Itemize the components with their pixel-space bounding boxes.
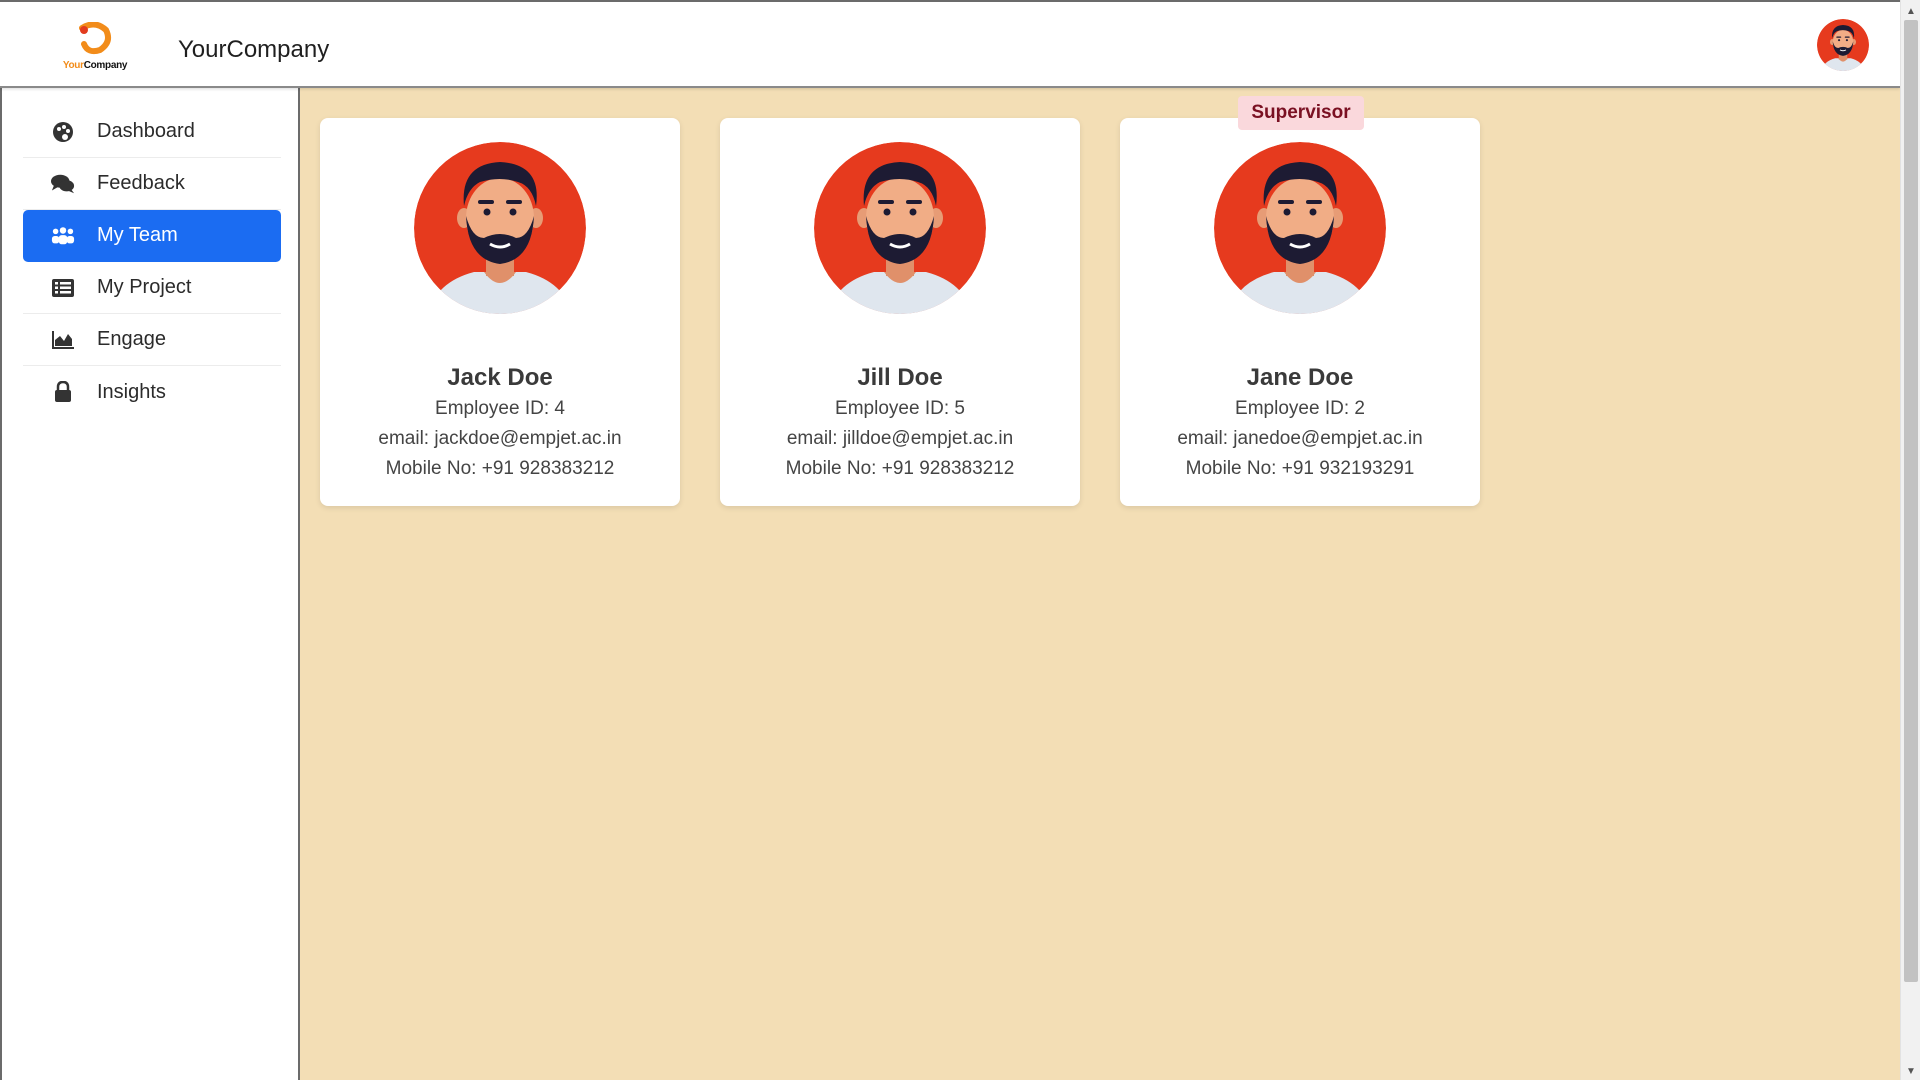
sidebar-item-engage[interactable]: Engage	[23, 314, 281, 366]
member-avatar	[1214, 142, 1386, 314]
member-employee-id: Employee ID: 2	[1235, 398, 1365, 419]
sidebar-item-dashboard[interactable]: Dashboard	[23, 106, 281, 158]
lock-icon	[51, 380, 75, 404]
sidebar-item-feedback[interactable]: Feedback	[23, 158, 281, 210]
scroll-down-arrow-icon[interactable]: ▼	[1901, 1062, 1920, 1080]
sidebar-item-label: Feedback	[97, 172, 185, 194]
member-name: Jane Doe	[1246, 364, 1354, 391]
sidebar-item-label: Engage	[97, 328, 166, 350]
comments-icon	[51, 172, 75, 196]
logo-text-your: Your	[62, 60, 84, 71]
team-member-card[interactable]: Jack Doe Employee ID: 4 email: jackdoe@e…	[320, 118, 680, 506]
member-mobile: Mobile No: +91 928383212	[385, 458, 615, 479]
member-employee-id: Employee ID: 5	[835, 398, 965, 419]
sidebar-item-label: Dashboard	[97, 120, 195, 142]
sidebar-item-label: My Project	[97, 276, 192, 298]
sidebar-item-label: My Team	[97, 224, 178, 246]
team-member-card[interactable]: Jill Doe Employee ID: 5 email: jilldoe@e…	[720, 118, 1080, 506]
logo-mark-icon	[79, 22, 111, 55]
brand-name[interactable]: YourCompany	[178, 36, 329, 64]
users-icon	[51, 224, 75, 248]
member-avatar	[414, 142, 586, 314]
scroll-up-arrow-icon[interactable]: ▲	[1901, 2, 1920, 20]
supervisor-badge: Supervisor	[1238, 96, 1364, 130]
team-member-card[interactable]: Jane Doe Employee ID: 2 email: janedoe@e…	[1120, 118, 1480, 506]
team-content: Jack Doe Employee ID: 4 email: jackdoe@e…	[300, 88, 1900, 1080]
member-mobile: Mobile No: +91 932193291	[1185, 458, 1415, 479]
logo-text-company: Company	[83, 60, 128, 71]
member-avatar	[814, 142, 986, 314]
page-scrollbar[interactable]: ▲ ▼	[1900, 0, 1920, 1080]
palette-icon	[51, 120, 75, 144]
sidebar-item-my-team[interactable]: My Team	[23, 210, 281, 262]
sidebar-item-label: Insights	[97, 380, 166, 403]
member-email: email: janedoe@empjet.ac.in	[1177, 428, 1423, 449]
sidebar: Dashboard Feedback My Team My Project En	[0, 88, 300, 1080]
top-navbar: YourCompany YourCompany	[0, 0, 1900, 88]
sidebar-item-my-project[interactable]: My Project	[23, 262, 281, 314]
member-name: Jack Doe	[447, 364, 553, 391]
scrollbar-thumb[interactable]	[1904, 20, 1918, 982]
sidebar-nav: Dashboard Feedback My Team My Project En	[23, 106, 281, 418]
company-logo[interactable]: YourCompany	[58, 22, 132, 76]
member-mobile: Mobile No: +91 928383212	[785, 458, 1015, 479]
member-name: Jill Doe	[857, 364, 943, 391]
sidebar-item-insights[interactable]: Insights	[23, 366, 281, 418]
list-icon	[51, 276, 75, 300]
area-chart-icon	[51, 328, 75, 352]
member-email: email: jilldoe@empjet.ac.in	[786, 428, 1014, 449]
logo-text: YourCompany	[58, 60, 132, 71]
member-email: email: jackdoe@empjet.ac.in	[378, 428, 622, 449]
member-employee-id: Employee ID: 4	[435, 398, 565, 419]
user-avatar-icon[interactable]	[1817, 19, 1869, 71]
